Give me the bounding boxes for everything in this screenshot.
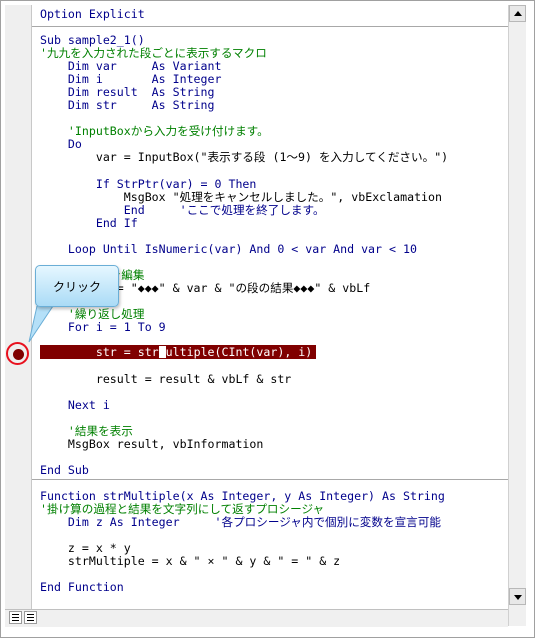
code-window: Option Explicit Sub sample2_1() '九九を入力され… [0, 0, 535, 638]
code-line: End Sub [40, 463, 89, 477]
scroll-up-arrow-icon[interactable] [509, 5, 526, 22]
code-line: For i = 1 To 9 [40, 320, 166, 334]
code-editor[interactable]: Option Explicit Sub sample2_1() '九九を入力され… [32, 5, 508, 609]
procedure-separator [32, 479, 508, 480]
annotation-circle [6, 342, 29, 365]
code-line: End Function [40, 580, 124, 594]
code-line: MsgBox result, vbInformation [40, 437, 264, 451]
breakpoint-line-text-end: ultiple(CInt(var), i) [165, 345, 313, 359]
breakpoint-highlighted-line[interactable]: str = str ultiple(CInt(var), i) [40, 345, 316, 359]
code-line: Next i [40, 398, 110, 412]
view-toggle-strip [5, 609, 508, 627]
full-module-view-icon[interactable] [24, 611, 37, 624]
text-cursor [158, 346, 166, 358]
code-line: Dim str As String [40, 98, 215, 112]
code-line: Dim z As Integer '各プロシージャ内で個別に変数を宣言可能 [40, 515, 441, 529]
procedure-view-icon[interactable] [9, 611, 22, 624]
code-line: result = result & vbLf & str [40, 372, 292, 386]
click-callout: クリック [35, 265, 119, 307]
code-line: var = InputBox("表示する段 (1～9) を入力してください。") [40, 150, 449, 164]
breakpoint-margin[interactable] [5, 5, 32, 609]
breakpoint-line-text-start: str = str [40, 345, 159, 359]
vertical-scrollbar[interactable] [508, 5, 526, 626]
procedure-separator [32, 26, 508, 27]
code-line: End If [40, 216, 138, 230]
code-line: Option Explicit [40, 7, 145, 21]
code-line: strMultiple = x & " × " & y & " = " & z [40, 554, 341, 568]
scroll-down-arrow-icon[interactable] [509, 588, 526, 605]
code-line: Loop Until IsNumeric(var) And 0 < var An… [40, 242, 417, 256]
callout-label: クリック [52, 279, 101, 294]
